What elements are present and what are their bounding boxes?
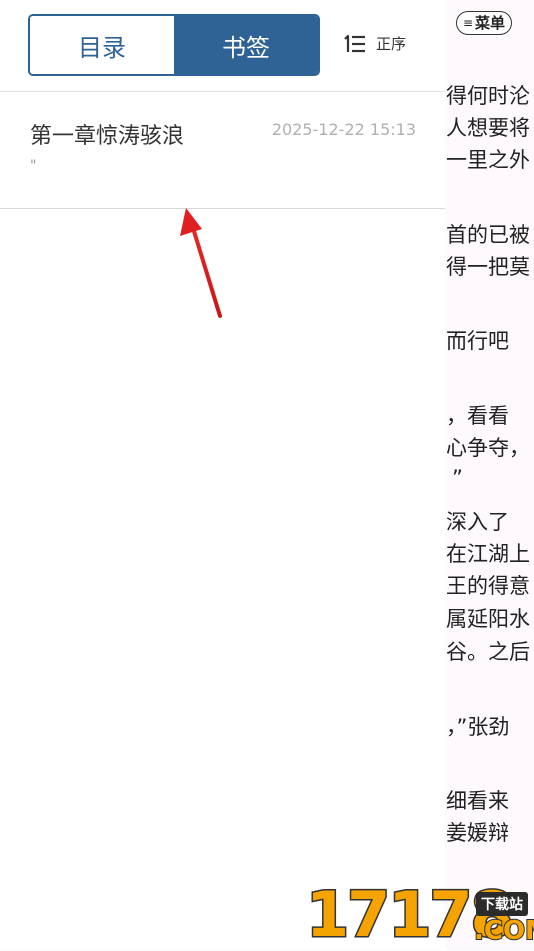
reader-text-line: 姜媛辩 [446,821,509,845]
reader-text-line: 在江湖上 [446,542,530,566]
bookmark-timestamp: 2025-12-22 15:13 [271,120,416,139]
bookmark-excerpt: " [30,158,37,174]
watermark-suffix: .COM [473,915,534,947]
reader-text-line: 一里之外 [446,148,530,172]
watermark-tag: 下载站 [476,892,528,916]
reader-text-line: 人想要将 [446,116,530,140]
bookmark-item[interactable]: 第一章惊涛骇浪 2025-12-22 15:13 " [0,92,445,208]
reader-text-line: 属延阳水 [446,607,530,631]
menu-label: 菜单 [475,13,506,32]
tab-bookmarks[interactable]: 书签 [174,16,318,74]
reader-text-line: 王的得意 [446,574,530,598]
sort-order-button[interactable]: 正序 [343,33,406,54]
reader-text-line: ” [452,466,463,490]
reader-text-line: 得一把莫 [446,255,530,279]
site-watermark: 17178 下载站 .COM [305,878,534,951]
reader-text-line: 细看来 [446,789,509,813]
menu-icon: ≡ [462,16,474,30]
reader-text-line: 深入了 [446,510,509,534]
reader-text-line: 得何时沦 [446,84,530,108]
bookmark-divider [0,208,445,209]
menu-button[interactable]: ≡ 菜单 [456,11,512,35]
reader-text-line: 心争夺， [446,436,530,460]
sort-order-label: 正序 [376,35,407,53]
tab-switcher: 目录 书签 [28,14,320,76]
reader-text-line: 谷。之后 [446,640,530,664]
reader-text-line: 首的已被 [446,223,530,247]
bookmark-chapter-title: 第一章惊涛骇浪 [30,124,185,149]
reader-text-line: ，看看 [446,404,509,428]
reader-text-line: 而行吧 [446,329,509,353]
sort-order-icon [344,34,365,52]
tab-contents[interactable]: 目录 [30,16,174,74]
reader-text-line: ，”张劲 [446,715,510,739]
bookmark-drawer: 目录 书签 正序 第一章惊涛骇浪 2025-12-22 15:13 " [0,0,445,950]
